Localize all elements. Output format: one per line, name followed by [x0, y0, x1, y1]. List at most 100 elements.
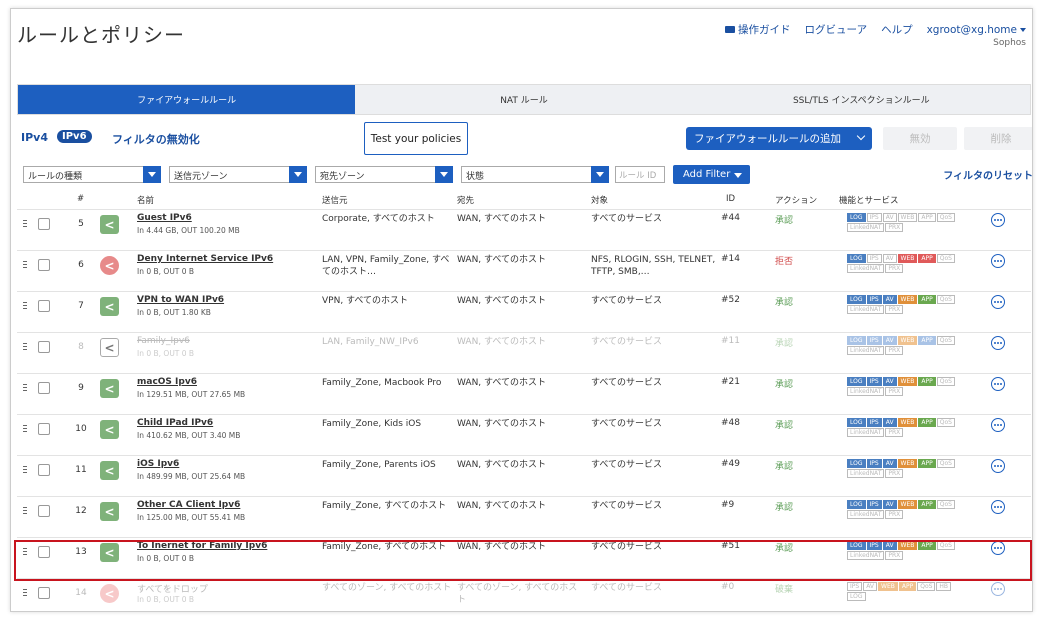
more-options-icon[interactable]: [991, 459, 1005, 473]
feature-badge-linked-nat: LinkedNAT: [847, 469, 885, 478]
drag-handle-icon[interactable]: [23, 548, 27, 555]
drag-handle-icon[interactable]: [23, 507, 27, 514]
drag-handle-icon[interactable]: [23, 220, 27, 227]
rule-traffic: In 125.00 MB, OUT 55.41 MB: [137, 513, 246, 522]
tab-firewall-rules[interactable]: ファイアウォールルール: [18, 85, 356, 114]
more-options-icon[interactable]: [991, 541, 1005, 555]
test-policies-button[interactable]: Test your policies: [364, 122, 468, 155]
feature-badge-web: WEB: [897, 459, 918, 468]
rule-name-link[interactable]: To Inernet for Family Ipv6: [137, 541, 267, 551]
table-row[interactable]: 7 < VPN to WAN IPv6 In 0 B, OUT 1.80 KB VPN,…: [17, 291, 1031, 332]
drag-handle-icon[interactable]: [23, 384, 27, 391]
ipv4-toggle[interactable]: IPv4: [21, 131, 48, 144]
rule-name-link[interactable]: すべてをドロップ: [137, 582, 208, 595]
help-link[interactable]: ヘルプ: [881, 22, 913, 37]
more-options-icon[interactable]: [991, 254, 1005, 268]
deny-rule-icon: <: [100, 256, 119, 275]
row-checkbox[interactable]: [38, 423, 50, 435]
more-options-icon[interactable]: [991, 377, 1005, 391]
table-row[interactable]: 14 < すべてをドロップ In 0 B, OUT 0 B すべてのゾーン, すべてのホ…: [17, 578, 1031, 611]
status-select[interactable]: 状態: [461, 166, 609, 183]
col-id: ID: [726, 194, 736, 204]
ipv6-toggle[interactable]: IPv6: [57, 130, 92, 143]
row-checkbox[interactable]: [38, 218, 50, 230]
dropdown-arrow-icon: [289, 166, 307, 183]
table-row[interactable]: 10 < Child IPad IPv6 In 410.62 MB, OUT 3.40…: [17, 414, 1031, 455]
drag-handle-icon[interactable]: [23, 466, 27, 473]
rule-number: 11: [75, 465, 87, 475]
more-options-icon[interactable]: [991, 582, 1005, 596]
row-checkbox[interactable]: [38, 546, 50, 558]
page-title: ルールとポリシー: [17, 23, 185, 47]
rule-name-link[interactable]: Other CA Client Ipv6: [137, 500, 240, 510]
rule-name-link[interactable]: Deny Internet Service IPv6: [137, 254, 273, 264]
table-row[interactable]: 12 < Other CA Client Ipv6 In 125.00 MB, OUT…: [17, 496, 1031, 537]
user-menu[interactable]: xgroot@xg.home: [927, 24, 1026, 36]
disabled-rule-icon: <: [100, 338, 119, 357]
more-options-icon[interactable]: [991, 500, 1005, 514]
col-service: 対象: [591, 196, 609, 206]
feature-badge-prx: PRX: [885, 264, 904, 273]
feature-badge-log: LOG: [847, 254, 866, 263]
row-checkbox[interactable]: [38, 259, 50, 271]
add-rule-button[interactable]: ファイアウォールルールの追加: [686, 127, 872, 150]
disable-filter-link[interactable]: フィルタの無効化: [112, 131, 200, 147]
rule-traffic: In 410.62 MB, OUT 3.40 MB: [137, 431, 241, 440]
feature-badge-linked-nat: LinkedNAT: [847, 305, 885, 314]
rule-action: 承認: [775, 339, 794, 349]
table-row[interactable]: 6 < Deny Internet Service IPv6 In 0 B, OUT …: [17, 250, 1031, 291]
table-row[interactable]: 5 < Guest IPv6 In 4.44 GB, OUT 100.20 MB Cor…: [17, 209, 1031, 250]
rule-number: 9: [78, 383, 84, 393]
rule-destination: WAN, すべてのホスト: [457, 460, 547, 470]
drag-handle-icon[interactable]: [23, 261, 27, 268]
rule-destination: すべてのゾーン, すべてのホスト: [457, 583, 578, 605]
feature-badge-av: AV: [882, 377, 897, 386]
row-checkbox[interactable]: [38, 587, 50, 599]
more-options-icon[interactable]: [991, 336, 1005, 350]
rule-type-select[interactable]: ルールの種類: [23, 166, 161, 183]
rule-number: 7: [78, 301, 84, 311]
dest-zone-select[interactable]: 宛先ゾーン: [315, 166, 453, 183]
table-row[interactable]: 9 < macOS Ipv6 In 129.51 MB, OUT 27.65 MB Fa…: [17, 373, 1031, 414]
feature-badge-qos: QoS: [917, 582, 936, 591]
tab-ssl-tls-rules[interactable]: SSL/TLS インスペクションルール: [693, 85, 1030, 114]
row-checkbox[interactable]: [38, 464, 50, 476]
rule-id: #49: [721, 459, 740, 469]
rule-name-link[interactable]: VPN to WAN IPv6: [137, 295, 224, 305]
add-filter-button[interactable]: Add Filter: [673, 165, 750, 184]
feature-badge-web: WEB: [897, 541, 918, 550]
more-options-icon[interactable]: [991, 418, 1005, 432]
rule-id-input[interactable]: ルール ID: [615, 166, 665, 183]
disable-button[interactable]: 無効: [883, 127, 957, 150]
table-row[interactable]: 13 < To Inernet for Family Ipv6 In 0 B, OUT…: [17, 537, 1031, 578]
log-viewer-link[interactable]: ログビューア: [804, 22, 867, 37]
drag-handle-icon[interactable]: [23, 302, 27, 309]
table-row[interactable]: 11 < iOS Ipv6 In 489.99 MB, OUT 25.64 MB Fam…: [17, 455, 1031, 496]
feature-badge-ips: IPS: [866, 541, 882, 550]
more-options-icon[interactable]: [991, 213, 1005, 227]
table-row[interactable]: 8 < Family_Ipv6 In 0 B, OUT 0 B LAN, Family_…: [17, 332, 1031, 373]
row-checkbox[interactable]: [38, 505, 50, 517]
feature-badge-prx: PRX: [885, 469, 904, 478]
rule-traffic: In 0 B, OUT 0 B: [137, 349, 195, 358]
row-checkbox[interactable]: [38, 300, 50, 312]
reset-filters-link[interactable]: フィルタのリセット: [943, 167, 1032, 182]
delete-button[interactable]: 削除: [964, 127, 1032, 150]
rule-name-link[interactable]: macOS Ipv6: [137, 377, 197, 387]
tab-nat-rules[interactable]: NAT ルール: [355, 85, 692, 114]
row-checkbox[interactable]: [38, 341, 50, 353]
drag-handle-icon[interactable]: [23, 343, 27, 350]
feature-badge-log: LOG: [847, 459, 866, 468]
more-options-icon[interactable]: [991, 295, 1005, 309]
rule-name-link[interactable]: Child IPad IPv6: [137, 418, 213, 428]
drag-handle-icon[interactable]: [23, 589, 27, 596]
rule-name-link[interactable]: iOS Ipv6: [137, 459, 179, 469]
guide-link[interactable]: 操作ガイド: [724, 22, 790, 37]
source-zone-select[interactable]: 送信元ゾーン: [169, 166, 307, 183]
drag-handle-icon[interactable]: [23, 425, 27, 432]
rule-source: LAN, Family_NW_IPv6: [322, 337, 419, 347]
row-checkbox[interactable]: [38, 382, 50, 394]
rule-name-link[interactable]: Guest IPv6: [137, 213, 192, 223]
col-source: 送信元: [322, 196, 348, 206]
rule-name-link[interactable]: Family_Ipv6: [137, 336, 190, 346]
